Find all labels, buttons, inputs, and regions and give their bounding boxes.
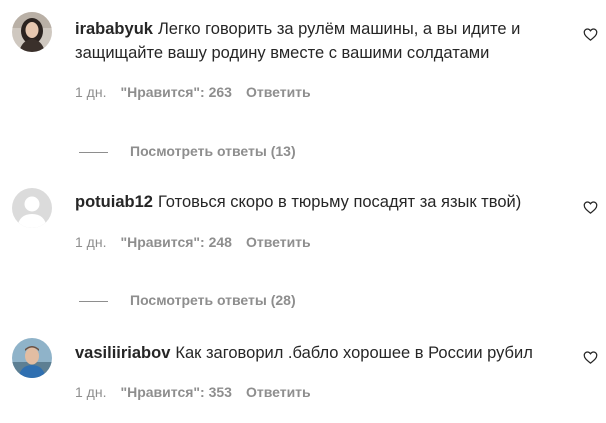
view-replies-label: Посмотреть ответы (28) [130, 292, 296, 308]
comment-text-block: vasiliiriabov Как заговорил .бабло хороше… [75, 341, 565, 365]
view-replies-label: Посмотреть ответы (13) [130, 143, 296, 159]
comment-time[interactable]: 1 дн. [75, 84, 106, 100]
comment-text: Как заговорил .бабло хорошее в России ру… [175, 344, 533, 362]
heart-outline-icon[interactable] [583, 27, 598, 42]
reply-button[interactable]: Ответить [246, 384, 311, 400]
comment-username[interactable]: irababyuk [75, 20, 153, 38]
reply-button[interactable]: Ответить [246, 84, 311, 100]
reply-button[interactable]: Ответить [246, 234, 311, 250]
avatar-vasiliiriabov[interactable] [12, 338, 52, 378]
comment-username[interactable]: potuiab12 [75, 193, 153, 211]
comment-username[interactable]: vasiliiriabov [75, 344, 170, 362]
view-replies-button[interactable]: Посмотреть ответы (13) [79, 143, 296, 159]
comment-time[interactable]: 1 дн. [75, 234, 106, 250]
comment-meta: 1 дн. "Нравится": 263 Ответить [75, 84, 311, 100]
comment-time[interactable]: 1 дн. [75, 384, 106, 400]
comment-likes[interactable]: "Нравится": 263 [120, 84, 231, 100]
comment-meta: 1 дн. "Нравится": 248 Ответить [75, 234, 311, 250]
comment-text-block: irababyuk Легко говорить за рулём машины,… [75, 17, 565, 65]
comment-likes[interactable]: "Нравится": 353 [120, 384, 231, 400]
avatar-potuiab12[interactable] [12, 188, 52, 228]
view-replies-button[interactable]: Посмотреть ответы (28) [79, 292, 296, 308]
view-replies-line [79, 151, 108, 153]
comment-meta: 1 дн. "Нравится": 353 Ответить [75, 384, 311, 400]
comment-text: Готовься скоро в тюрьму посадят за язык … [157, 193, 522, 211]
avatar-irababyuk[interactable] [12, 12, 52, 52]
comment-likes[interactable]: "Нравится": 248 [120, 234, 231, 250]
heart-outline-icon[interactable] [583, 200, 598, 215]
heart-outline-icon[interactable] [583, 350, 598, 365]
comment-text-block: potuiab12 Готовься скоро в тюрьму посадят… [75, 190, 565, 214]
view-replies-line [79, 300, 108, 302]
